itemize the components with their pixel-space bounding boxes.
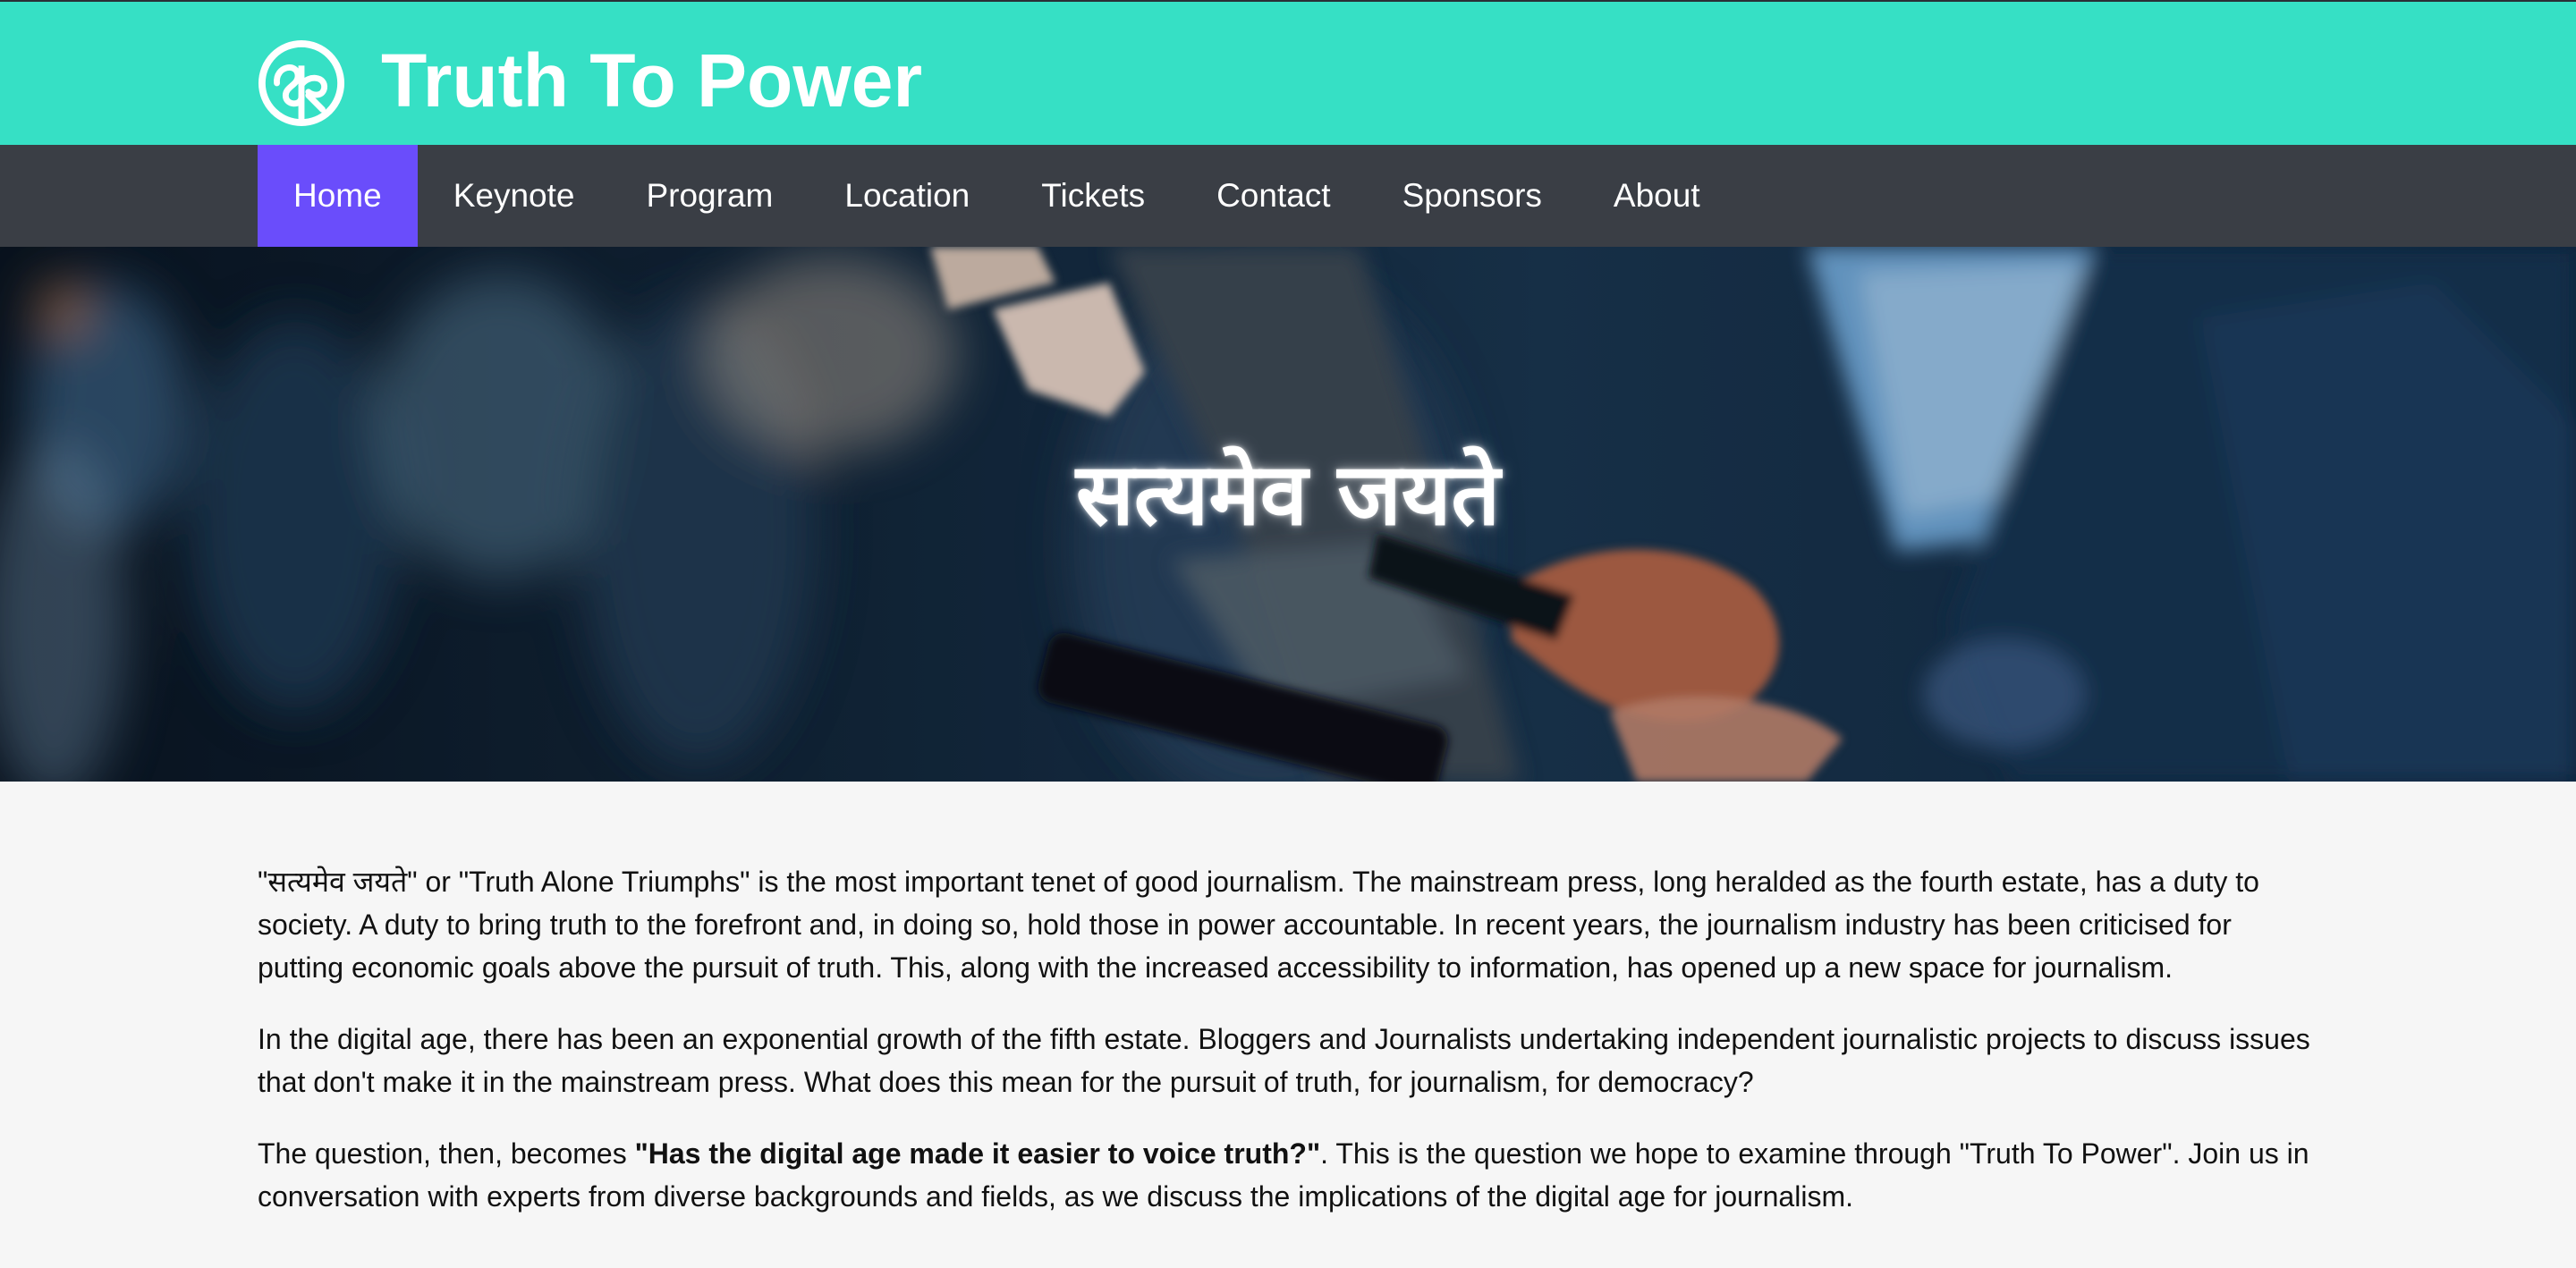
nav-item-contact[interactable]: Contact — [1181, 145, 1367, 247]
intro-paragraph-2: In the digital age, there has been an ex… — [258, 1023, 2310, 1098]
nav-list: Home Keynote Program Location Tickets Co… — [258, 145, 1736, 247]
intro-paragraph-1: "सत्यमेव जयते" or "Truth Alone Triumphs"… — [258, 866, 2259, 984]
main-nav: Home Keynote Program Location Tickets Co… — [0, 145, 2576, 247]
nav-item-home[interactable]: Home — [258, 145, 418, 247]
hero-banner: सत्यमेव जयते — [0, 247, 2576, 782]
nav-item-location[interactable]: Location — [809, 145, 1005, 247]
paragraph-3-lead: The question, then, becomes — [258, 1137, 635, 1170]
devanagari-emblem-icon[interactable] — [258, 39, 345, 127]
nav-item-sponsors[interactable]: Sponsors — [1367, 145, 1578, 247]
hero-title: सत्यमेव जयते — [1075, 444, 1501, 545]
nav-item-tickets[interactable]: Tickets — [1005, 145, 1181, 247]
intro-paragraph-3: The question, then, becomes "Has the dig… — [258, 1132, 2324, 1218]
site-header: Truth To Power — [0, 2, 2576, 145]
nav-item-program[interactable]: Program — [610, 145, 809, 247]
site-title[interactable]: Truth To Power — [381, 30, 922, 131]
nav-item-keynote[interactable]: Keynote — [418, 145, 611, 247]
key-question: "Has the digital age made it easier to v… — [634, 1137, 1321, 1170]
nav-item-about[interactable]: About — [1578, 145, 1736, 247]
intro-content: "सत्यमेव जयते" or "Truth Alone Triumphs"… — [258, 860, 2324, 1247]
